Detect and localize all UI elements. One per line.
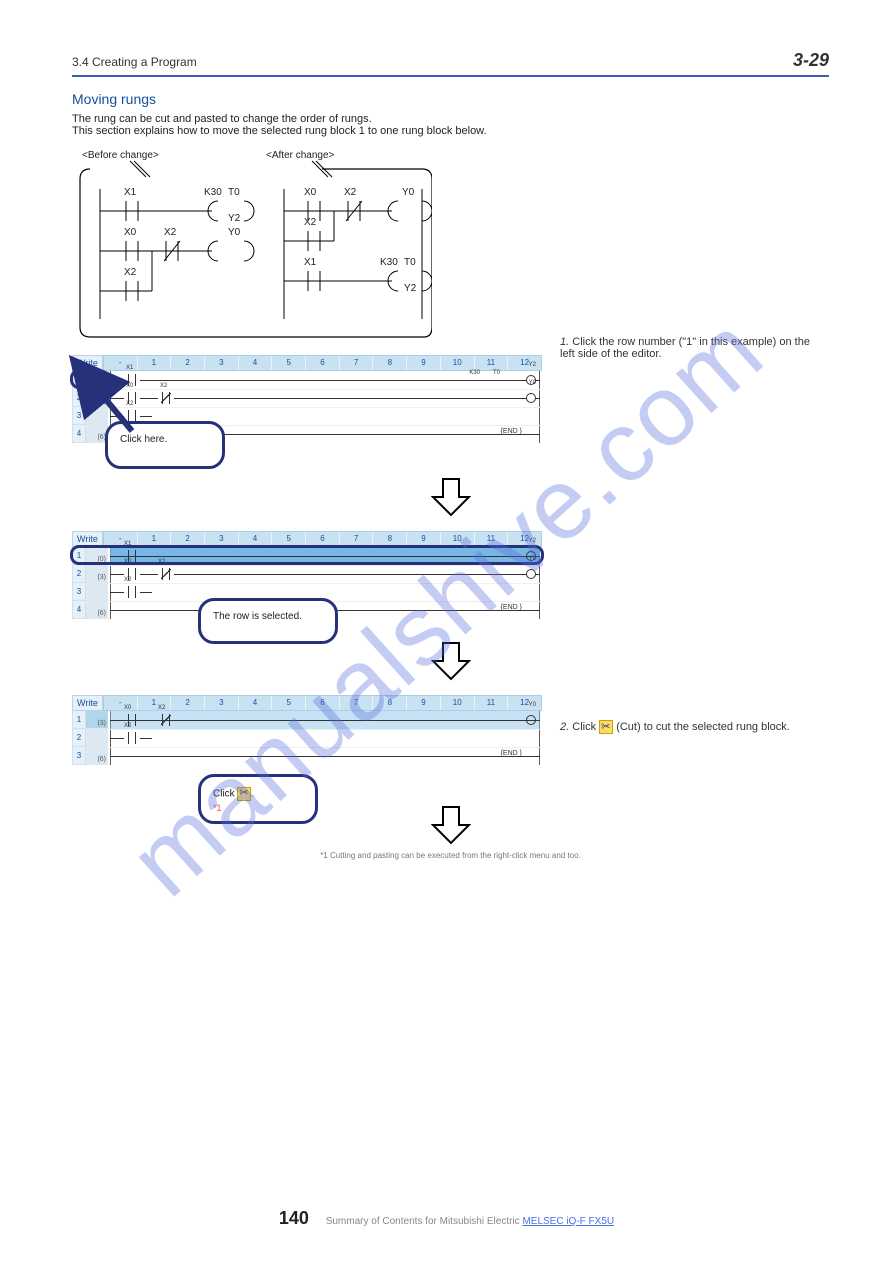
arrow-down-1 — [431, 477, 471, 517]
step-1-num: 1. — [560, 336, 569, 348]
row-num-4[interactable]: 4 — [72, 601, 86, 619]
row-num-4[interactable]: 4 — [72, 425, 86, 443]
la-y2: Y2 — [404, 283, 416, 294]
step-2-text-b: (Cut) to cut the selected rung block. — [616, 721, 790, 733]
lb-x2a: X2 — [164, 227, 176, 238]
footer: 140 Summary of Contents for Mitsubishi E… — [0, 1208, 893, 1229]
page-number-top: 3-29 — [793, 50, 829, 71]
scissors-icon[interactable] — [599, 720, 613, 734]
row-num-1[interactable]: 1 — [72, 711, 86, 729]
row-num-2[interactable]: 2 — [72, 729, 86, 747]
lb-y2: Y2 — [228, 213, 240, 224]
la-k30: K30 — [380, 257, 398, 268]
bubble-3-text: Click — [213, 789, 235, 800]
label-before: <Before change> — [82, 150, 159, 161]
label-after: <After change> — [266, 150, 334, 161]
callout-bubble-3: Click . *1 — [198, 774, 318, 824]
footer-page: 140 — [279, 1208, 309, 1228]
lb-x2b: X2 — [124, 267, 136, 278]
schematic: <Before change> <After change> X1 K30 T0… — [72, 151, 432, 341]
lb-x0: X0 — [124, 227, 136, 238]
footer-text: Summary of Contents for Mitsubishi Elect… — [326, 1216, 523, 1227]
row-num-1[interactable]: 1 — [72, 371, 86, 389]
la-t0: T0 — [404, 257, 416, 268]
bubble-3-note: *1 — [213, 803, 303, 814]
mode-indicator: Write — [72, 355, 103, 371]
step-2-text-a: Click — [572, 721, 599, 733]
row-num-2[interactable]: 2 — [72, 389, 86, 407]
row-num-3[interactable]: 3 — [72, 407, 86, 425]
row-num-1[interactable]: 1 — [72, 547, 86, 565]
step-1-text: Click the row number ("1" in this exampl… — [560, 336, 810, 360]
footnote: *1 Cutting and pasting can be executed f… — [72, 851, 829, 860]
la-y0: Y0 — [402, 187, 414, 198]
step-1: 1. Click the row number ("1" in this exa… — [560, 336, 820, 360]
la-x0: X0 — [304, 187, 316, 198]
arrow-down-2 — [431, 641, 471, 681]
editor-ribbon: Write - 1 2 3 4 5 6 7 8 9 10 11 12 — [72, 355, 542, 371]
callout-bubble-2: The row is selected. — [198, 598, 338, 644]
header: 3.4 Creating a Program 3-29 — [72, 50, 829, 77]
lb-k30: K30 — [204, 187, 222, 198]
page: 3.4 Creating a Program 3-29 Moving rungs… — [0, 0, 893, 1263]
footer-link[interactable]: MELSEC iQ-F FX5U — [522, 1216, 614, 1227]
lb-t0: T0 — [228, 187, 240, 198]
row-num-2[interactable]: 2 — [72, 565, 86, 583]
row-numbers[interactable]: 1 2 3 4 — [72, 371, 86, 443]
row-num-3[interactable]: 3 — [72, 583, 86, 601]
heading: Moving rungs — [72, 91, 829, 107]
intro: The rung can be cut and pasted to change… — [72, 113, 829, 137]
bubble-2-text: The row is selected. — [213, 611, 323, 624]
editor-panel-3: Write -123456789101112 1 2 3 (3) (6) — [72, 695, 542, 765]
lb-x1: X1 — [124, 187, 136, 198]
la-x1: X1 — [304, 257, 316, 268]
scissors-icon — [237, 787, 251, 801]
row-num-3[interactable]: 3 — [72, 747, 86, 765]
la-x2b: X2 — [304, 217, 316, 228]
la-x2a: X2 — [344, 187, 356, 198]
step-2-num: 2. — [560, 721, 569, 733]
col-headers: - 1 2 3 4 5 6 7 8 9 10 11 12 — [103, 355, 542, 371]
step-2: 2. Click (Cut) to cut the selected rung … — [560, 720, 820, 734]
lb-y0: Y0 — [228, 227, 240, 238]
section-path: 3.4 Creating a Program — [72, 55, 197, 69]
arrow-down-3 — [431, 805, 471, 845]
